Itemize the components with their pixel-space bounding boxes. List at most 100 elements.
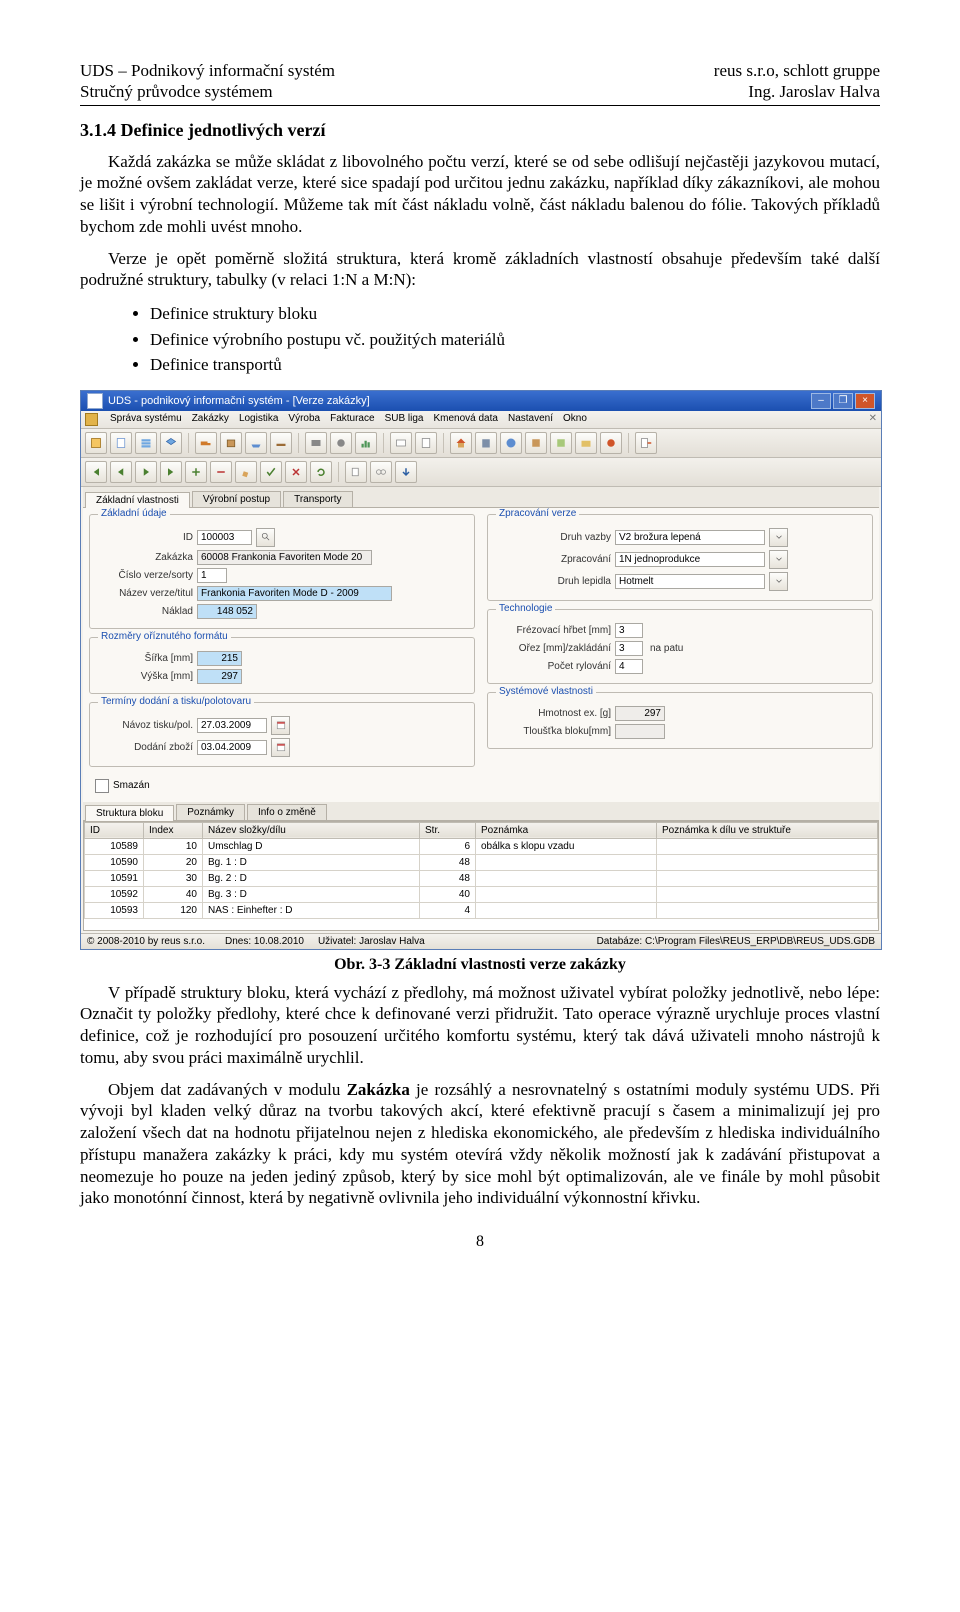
tb-invoice-icon[interactable]: [415, 432, 437, 454]
tb-truck-icon[interactable]: [195, 432, 217, 454]
rec-next-icon[interactable]: [135, 461, 157, 483]
frez-label: Frézovací hřbet [mm]: [496, 625, 611, 636]
table-row[interactable]: 10593120NAS : Einhefter : D4: [85, 902, 878, 918]
grid-header-row: ID Index Název složky/dílu Str. Poznámka…: [85, 822, 878, 838]
tab-struktura[interactable]: Struktura bloku: [85, 805, 174, 821]
tb-box-icon[interactable]: [220, 432, 242, 454]
table-row[interactable]: 1058910Umschlag D6obálka s klopu vzadu: [85, 838, 878, 854]
col-str[interactable]: Str.: [420, 822, 476, 838]
menu-kmenova[interactable]: Kmenová data: [433, 413, 498, 426]
rec-add-icon[interactable]: [185, 461, 207, 483]
frez-field[interactable]: 3: [615, 623, 643, 638]
zprac-dropdown-icon[interactable]: [769, 550, 788, 569]
tb-chart-icon[interactable]: [355, 432, 377, 454]
dodani-field[interactable]: 03.04.2009: [197, 740, 267, 755]
tab-transporty[interactable]: Transporty: [283, 491, 352, 507]
rec-edit-icon[interactable]: [235, 461, 257, 483]
menu-zakazky[interactable]: Zakázky: [192, 413, 229, 426]
minimize-button[interactable]: –: [811, 393, 831, 409]
tb-machine-icon[interactable]: [305, 432, 327, 454]
col-nazev[interactable]: Název složky/dílu: [203, 822, 420, 838]
menu-logistika[interactable]: Logistika: [239, 413, 278, 426]
orez-field[interactable]: 3: [615, 641, 643, 656]
vyska-field[interactable]: 297: [197, 669, 242, 684]
bullet-list: Definice struktury bloku Definice výrobn…: [150, 301, 880, 378]
table-cell: 20: [144, 854, 203, 870]
ryl-label: Počet rylování: [496, 661, 611, 672]
tb-layers-icon[interactable]: [160, 432, 182, 454]
tab-vyrobni[interactable]: Výrobní postup: [192, 491, 281, 507]
navoz-calendar-icon[interactable]: [271, 716, 290, 735]
smazan-checkbox[interactable]: Smazán: [95, 779, 150, 793]
rec-last-icon[interactable]: [160, 461, 182, 483]
maximize-button[interactable]: ❐: [833, 393, 853, 409]
tb-pal-icon[interactable]: [270, 432, 292, 454]
tb-misc-icon[interactable]: [600, 432, 622, 454]
id-field[interactable]: 100003: [197, 530, 252, 545]
tb-house-icon[interactable]: [450, 432, 472, 454]
table-cell: 40: [420, 886, 476, 902]
tb-stack-icon[interactable]: [135, 432, 157, 454]
zakazka-field[interactable]: 60008 Frankonia Favoriten Mode 20: [197, 550, 372, 565]
table-cell: 10589: [85, 838, 144, 854]
tb-globe-icon[interactable]: [500, 432, 522, 454]
rec-first-icon[interactable]: [85, 461, 107, 483]
lep-label: Druh lepidla: [496, 576, 611, 587]
cislo-field[interactable]: 1: [197, 568, 227, 583]
menu-nastaveni[interactable]: Nastavení: [508, 413, 553, 426]
rec-import-icon[interactable]: [395, 461, 417, 483]
rec-copy-icon[interactable]: [345, 461, 367, 483]
table-cell: obálka s klopu vzadu: [476, 838, 657, 854]
naklad-field[interactable]: 148 052: [197, 604, 257, 619]
zprac-field[interactable]: 1N jednoprodukce: [615, 552, 765, 567]
table-row[interactable]: 1059130Bg. 2 : D48: [85, 870, 878, 886]
tb-card-icon[interactable]: [390, 432, 412, 454]
rec-refresh-icon[interactable]: [310, 461, 332, 483]
tb-building-icon[interactable]: [475, 432, 497, 454]
navoz-field[interactable]: 27.03.2009: [197, 718, 267, 733]
tloust-field[interactable]: [615, 724, 665, 739]
tb-doc-icon[interactable]: [110, 432, 132, 454]
lep-dropdown-icon[interactable]: [769, 572, 788, 591]
tb-cube-icon[interactable]: [525, 432, 547, 454]
rec-ok-icon[interactable]: [260, 461, 282, 483]
vazba-field[interactable]: V2 brožura lepená: [615, 530, 765, 545]
tab-info[interactable]: Info o změně: [247, 804, 327, 820]
tb-gear-icon[interactable]: [330, 432, 352, 454]
dodani-calendar-icon[interactable]: [271, 738, 290, 757]
tab-poznamky[interactable]: Poznámky: [176, 804, 245, 820]
table-row[interactable]: 1059020Bg. 1 : D48: [85, 854, 878, 870]
menu-fakturace[interactable]: Fakturace: [330, 413, 374, 426]
menu-subliga[interactable]: SUB liga: [385, 413, 424, 426]
zprac-label: Zpracování: [496, 554, 611, 565]
col-id[interactable]: ID: [85, 822, 144, 838]
tab-zakladni[interactable]: Základní vlastnosti: [85, 492, 190, 508]
mdi-close-icon[interactable]: ✕: [869, 413, 877, 426]
rec-link-icon[interactable]: [370, 461, 392, 483]
rec-del-icon[interactable]: [210, 461, 232, 483]
tb-cube2-icon[interactable]: [550, 432, 572, 454]
legend-tech: Technologie: [496, 603, 555, 614]
menu-okno[interactable]: Okno: [563, 413, 587, 426]
cislo-label: Číslo verze/sorty: [98, 570, 193, 581]
rec-cancel-icon[interactable]: [285, 461, 307, 483]
close-button[interactable]: ×: [855, 393, 875, 409]
tb-ship-icon[interactable]: [245, 432, 267, 454]
sirka-field[interactable]: 215: [197, 651, 242, 666]
col-index[interactable]: Index: [144, 822, 203, 838]
tb-book-icon[interactable]: [85, 432, 107, 454]
nazev-field[interactable]: Frankonia Favoriten Mode D - 2009: [197, 586, 392, 601]
menu-vyroba[interactable]: Výroba: [288, 413, 320, 426]
menu-sprava[interactable]: Správa systému: [110, 413, 182, 426]
lep-field[interactable]: Hotmelt: [615, 574, 765, 589]
tb-exit-icon[interactable]: [635, 432, 657, 454]
table-row[interactable]: 1059240Bg. 3 : D40: [85, 886, 878, 902]
tb-folder-icon[interactable]: [575, 432, 597, 454]
col-pozn[interactable]: Poznámka: [476, 822, 657, 838]
vazba-dropdown-icon[interactable]: [769, 528, 788, 547]
col-pozn2[interactable]: Poznámka k dílu ve struktuře: [657, 822, 878, 838]
rec-prev-icon[interactable]: [110, 461, 132, 483]
ryl-field[interactable]: 4: [615, 659, 643, 674]
hmot-field[interactable]: 297: [615, 706, 665, 721]
id-search-button[interactable]: [256, 528, 275, 547]
